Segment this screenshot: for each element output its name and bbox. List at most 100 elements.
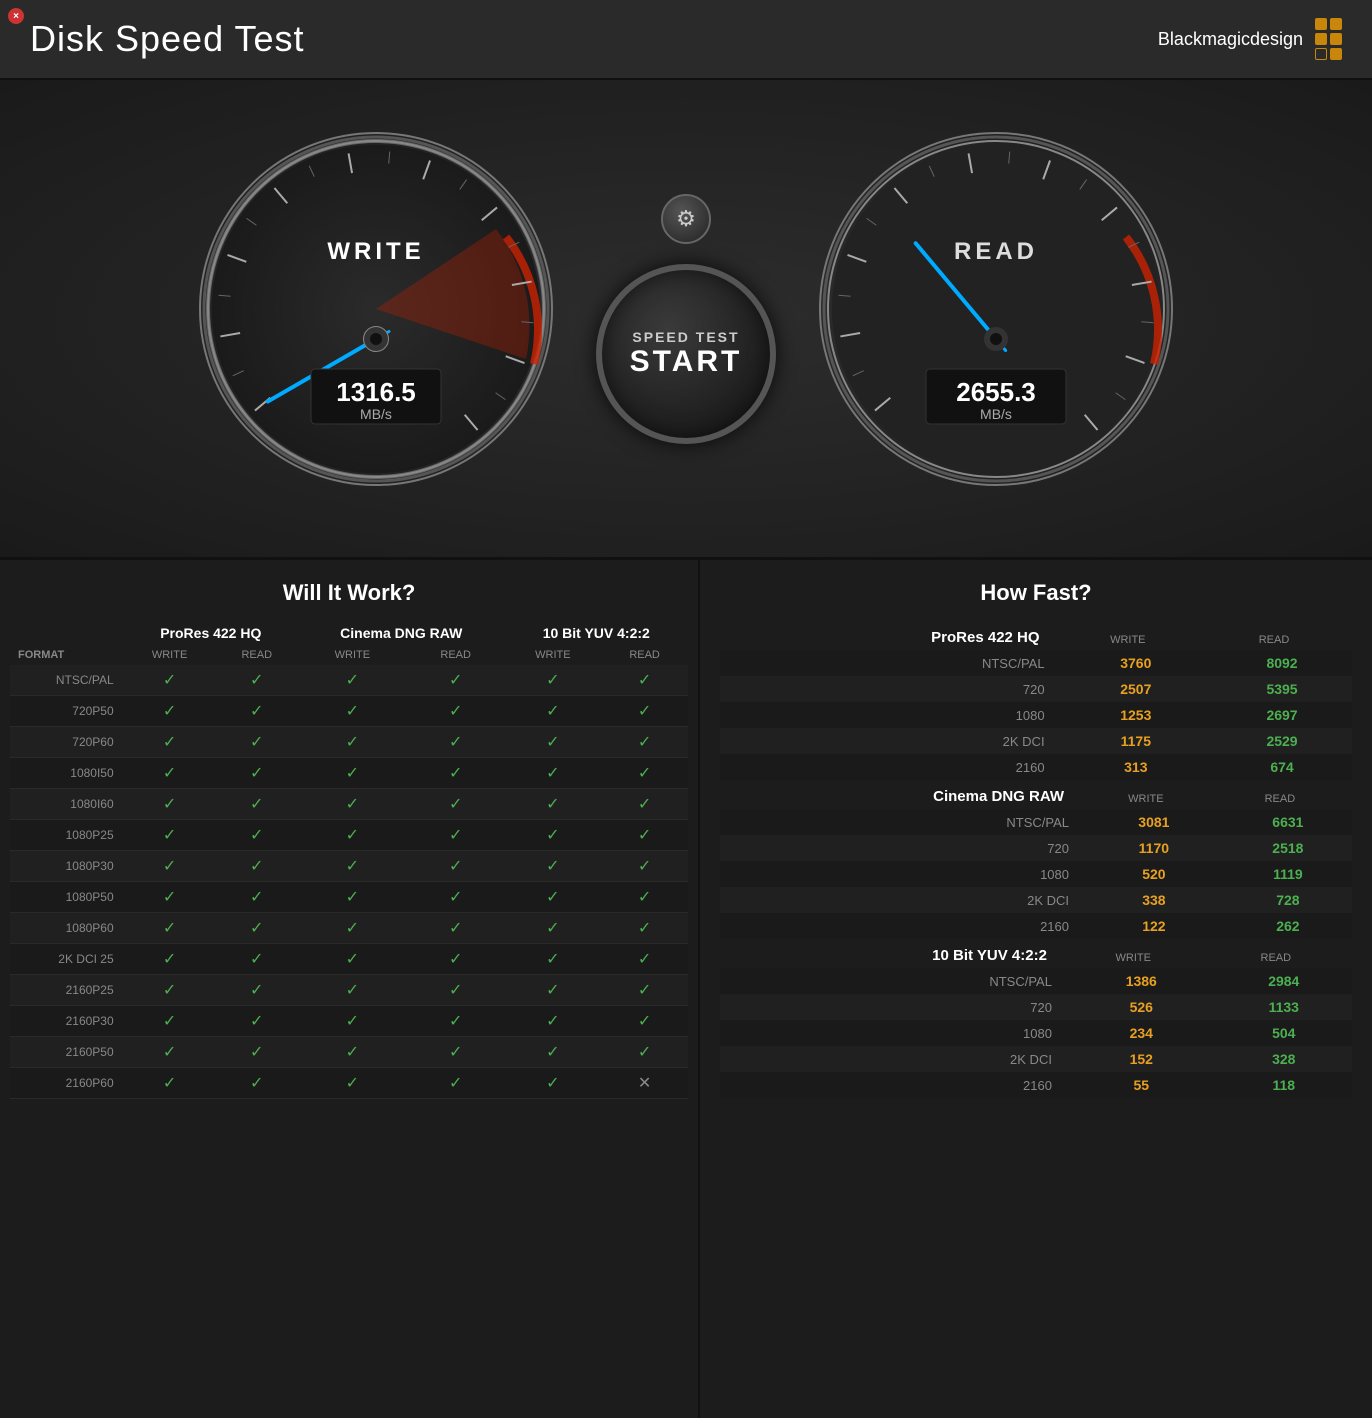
check-icon: ✓ (250, 858, 263, 875)
wit-check-cell: ✓ (505, 789, 602, 820)
check-icon: ✓ (638, 672, 651, 689)
wit-check-cell: ✓ (505, 758, 602, 789)
check-icon: ✓ (250, 827, 263, 844)
how-fast-write-value: 1170 (1084, 835, 1224, 861)
svg-text:1316.5: 1316.5 (336, 377, 416, 407)
check-icon: ✓ (346, 982, 359, 999)
wit-format-cell: 1080p60 (10, 913, 124, 944)
check-icon: ✓ (163, 796, 176, 813)
how-fast-read-value: 262 (1224, 913, 1352, 939)
check-icon: ✓ (346, 734, 359, 751)
start-button[interactable]: SPEED TEST START (596, 264, 776, 444)
how-fast-read-value: 2984 (1216, 968, 1352, 994)
check-icon: ✓ (163, 734, 176, 751)
how-fast-write-value: 234 (1067, 1020, 1216, 1046)
wit-check-cell: ✓ (601, 975, 688, 1006)
how-fast-group-name: 10 Bit YUV 4:2:2 (720, 939, 1067, 968)
wit-check-cell: ✓ (124, 1006, 216, 1037)
check-icon: ✓ (638, 982, 651, 999)
wit-format-cell: 2K DCI 25 (10, 944, 124, 975)
how-fast-read-col-label: READ (1212, 621, 1352, 650)
wit-check-cell: ✓ (505, 727, 602, 758)
wit-format-cell: 2160p60 (10, 1068, 124, 1099)
how-fast-group-header: 10 Bit YUV 4:2:2WRITEREAD (720, 939, 1352, 968)
check-icon: ✓ (346, 858, 359, 875)
how-fast-write-value: 526 (1067, 994, 1216, 1020)
write-gauge: WRITE 1316.5 MB/s (196, 129, 556, 509)
wit-check-cell: ✓ (407, 758, 505, 789)
wit-check-cell: ✓ (124, 1068, 216, 1099)
wit-check-cell: ✓ (124, 758, 216, 789)
wit-check-cell: ✓ (407, 944, 505, 975)
table-row: 2160p30✓✓✓✓✓✓ (10, 1006, 688, 1037)
how-fast-row-label: NTSC/PAL (720, 809, 1084, 835)
check-icon: ✓ (163, 920, 176, 937)
wit-check-cell: ✓ (407, 882, 505, 913)
check-icon: ✓ (163, 827, 176, 844)
how-fast-group-name: Cinema DNG RAW (720, 780, 1084, 809)
list-item: 2K DCI11752529 (720, 728, 1352, 754)
wit-check-cell: ✓ (298, 913, 407, 944)
wit-check-cell: ✓ (124, 789, 216, 820)
wit-check-cell: ✓ (216, 1068, 298, 1099)
how-fast-write-value: 122 (1084, 913, 1224, 939)
check-icon: ✓ (163, 889, 176, 906)
wit-check-cell: ✓ (601, 696, 688, 727)
wit-check-cell: ✓ (298, 727, 407, 758)
check-icon: ✓ (638, 827, 651, 844)
wit-check-cell: ✓ (216, 1006, 298, 1037)
check-icon: ✓ (346, 672, 359, 689)
table-row: 720p50✓✓✓✓✓✓ (10, 696, 688, 727)
svg-text:WRITE: WRITE (327, 238, 424, 265)
wit-cdng-write-col: WRITE (298, 645, 407, 665)
check-icon: ✓ (546, 827, 559, 844)
check-icon: ✓ (449, 982, 462, 999)
table-row: NTSC/PAL✓✓✓✓✓✓ (10, 665, 688, 696)
wit-prores-read-col: READ (216, 645, 298, 665)
how-fast-row-label: 2160 (720, 1072, 1067, 1098)
check-icon: ✓ (346, 765, 359, 782)
check-icon: ✓ (163, 982, 176, 999)
wit-yuv-header: 10 Bit YUV 4:2:2 (505, 621, 689, 645)
check-icon: ✓ (449, 796, 462, 813)
wit-check-cell: ✓ (298, 1037, 407, 1068)
wit-check-cell: ✓ (298, 789, 407, 820)
list-item: 108012532697 (720, 702, 1352, 728)
wit-check-cell: ✓ (298, 975, 407, 1006)
wit-check-cell: ✓ (216, 789, 298, 820)
wit-check-cell: ✓ (298, 1006, 407, 1037)
check-icon: ✓ (449, 765, 462, 782)
cross-icon: ✕ (638, 1075, 651, 1092)
check-icon: ✓ (250, 951, 263, 968)
how-fast-row-label: 720 (720, 994, 1067, 1020)
wit-check-cell: ✓ (124, 696, 216, 727)
wit-check-cell: ✓ (298, 851, 407, 882)
wit-check-cell: ✓ (216, 913, 298, 944)
check-icon: ✓ (546, 1044, 559, 1061)
will-it-work-panel: Will It Work? ProRes 422 HQ Cinema DNG R… (0, 560, 700, 1418)
table-row: 2160p25✓✓✓✓✓✓ (10, 975, 688, 1006)
wit-check-cell: ✓ (505, 913, 602, 944)
how-fast-group-name: ProRes 422 HQ (720, 621, 1060, 650)
check-icon: ✓ (163, 765, 176, 782)
how-fast-group-header: ProRes 422 HQWRITEREAD (720, 621, 1352, 650)
close-button[interactable]: × (8, 8, 24, 24)
check-icon: ✓ (546, 951, 559, 968)
check-icon: ✓ (546, 889, 559, 906)
wit-check-cell: ✓ (124, 913, 216, 944)
wit-check-cell: ✓ (505, 820, 602, 851)
wit-check-cell: ✓ (407, 696, 505, 727)
check-icon: ✓ (449, 703, 462, 720)
settings-button[interactable]: ⚙ (661, 194, 711, 244)
wit-check-cell: ✓ (298, 944, 407, 975)
how-fast-row-label: NTSC/PAL (720, 968, 1067, 994)
write-gauge-svg: WRITE 1316.5 MB/s (196, 129, 556, 489)
wit-check-cell: ✓ (505, 1006, 602, 1037)
check-icon: ✓ (163, 1013, 176, 1030)
start-button-top-text: SPEED TEST (632, 329, 739, 345)
wit-check-cell: ✓ (124, 727, 216, 758)
wit-check-cell: ✓ (601, 789, 688, 820)
check-icon: ✓ (346, 703, 359, 720)
wit-check-cell: ✓ (505, 882, 602, 913)
table-row: 1080i50✓✓✓✓✓✓ (10, 758, 688, 789)
